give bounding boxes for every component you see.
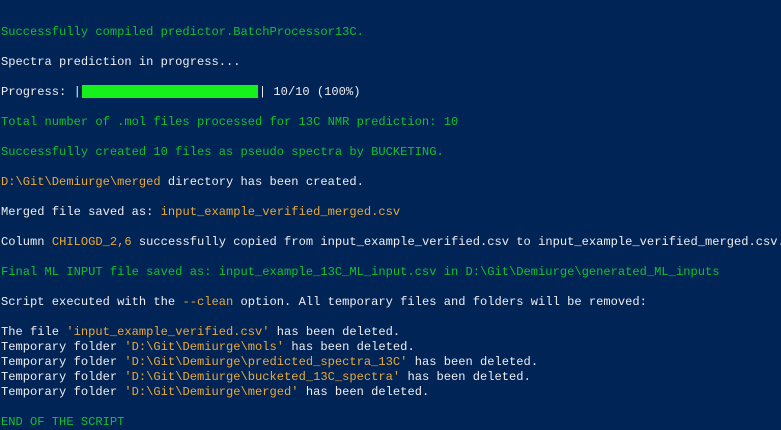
- bucketing-message: Successfully created 10 files as pseudo …: [1, 145, 444, 159]
- deleted-text: has been deleted.: [400, 370, 531, 384]
- deleted-line: Temporary folder 'D:\Git\Demiurge\mols' …: [1, 340, 781, 355]
- deleted-text: has been deleted.: [298, 385, 430, 399]
- deleted-text: has been deleted.: [284, 340, 415, 354]
- directory-created-text: directory has been created.: [160, 175, 364, 189]
- progress-bar: [81, 85, 258, 99]
- column-name: CHILOGD_2,6: [51, 235, 132, 249]
- column-copied-message: Column CHILOGD_2,6 successfully copied f…: [1, 235, 781, 250]
- deleted-line: Temporary folder 'D:\Git\Demiurge\merged…: [1, 385, 781, 400]
- column-copied-text: successfully copied from input_example_v…: [131, 235, 781, 249]
- deleted-path: 'D:\Git\Demiurge\bucketed_13C_spectra': [124, 370, 401, 384]
- progress-bar-fill: [81, 85, 258, 99]
- deleted-line: The file 'input_example_verified.csv' ha…: [1, 325, 781, 340]
- deleted-path: 'D:\Git\Demiurge\mols': [124, 340, 285, 354]
- deleted-prefix: Temporary folder: [1, 340, 125, 354]
- deleted-prefix: The file: [1, 325, 67, 339]
- column-copied-prefix: Column: [1, 235, 52, 249]
- deleted-prefix: Temporary folder: [1, 385, 125, 399]
- end-of-script-message: END OF THE SCRIPT: [1, 415, 125, 429]
- clean-option-flag: --clean: [182, 295, 234, 309]
- directory-path: D:\Git\Demiurge\merged: [1, 175, 161, 189]
- prediction-progress-message: Spectra prediction in progress...: [1, 55, 241, 69]
- deleted-path: 'D:\Git\Demiurge\predicted_spectra_13C': [124, 355, 408, 369]
- merged-file-name: input_example_verified_merged.csv: [160, 205, 401, 219]
- merged-file-message: Merged file saved as: input_example_veri…: [1, 205, 781, 220]
- deleted-text: has been deleted.: [407, 355, 539, 369]
- final-ml-input-message: Final ML INPUT file saved as: input_exam…: [1, 265, 720, 279]
- deleted-prefix: Temporary folder: [1, 370, 125, 384]
- total-processed-message: Total number of .mol files processed for…: [1, 115, 459, 129]
- progress-line: Progress: | | 10/10 (100%): [1, 85, 781, 100]
- deleted-path: 'D:\Git\Demiurge\merged': [124, 385, 299, 399]
- merged-file-prefix: Merged file saved as:: [1, 205, 161, 219]
- directory-created-message: D:\Git\Demiurge\merged directory has bee…: [1, 175, 781, 190]
- clean-option-message: Script executed with the --clean option.…: [1, 295, 781, 310]
- deleted-path: 'input_example_verified.csv': [66, 325, 270, 339]
- progress-count: | 10/10 (100%): [258, 85, 361, 99]
- clean-option-prefix: Script executed with the: [1, 295, 183, 309]
- compiled-message: Successfully compiled predictor.BatchPro…: [1, 25, 364, 39]
- deleted-line: Temporary folder 'D:\Git\Demiurge\bucket…: [1, 370, 781, 385]
- deleted-prefix: Temporary folder: [1, 355, 125, 369]
- progress-label: Progress: |: [1, 85, 81, 99]
- terminal-output[interactable]: Successfully compiled predictor.BatchPro…: [0, 0, 781, 430]
- deleted-text: has been deleted.: [269, 325, 401, 339]
- clean-option-text: option. All temporary files and folders …: [233, 295, 647, 309]
- deleted-line: Temporary folder 'D:\Git\Demiurge\predic…: [1, 355, 781, 370]
